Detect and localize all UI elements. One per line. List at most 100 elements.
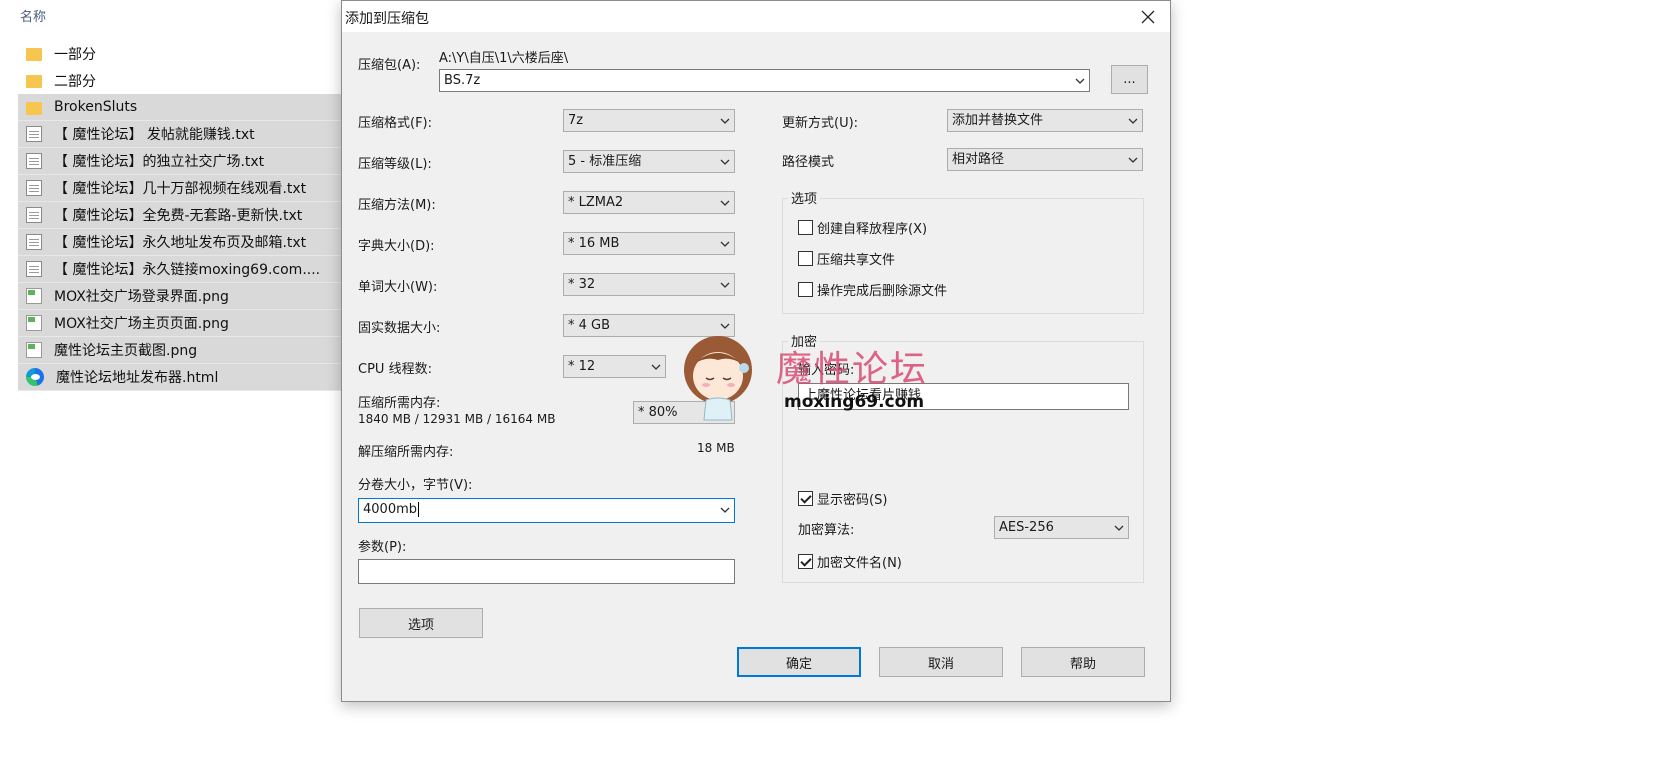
- checkbox-box: [798, 554, 813, 569]
- word-size-value: * 32: [568, 277, 596, 292]
- file-row[interactable]: 【 魔性论坛】几十万部视频在线观看.txt: [18, 175, 345, 202]
- ok-button[interactable]: 确定: [737, 647, 861, 677]
- options-group-title: 选项: [788, 188, 821, 207]
- path-mode-value: 相对路径: [952, 152, 1005, 167]
- update-mode-select[interactable]: 添加并替换文件: [947, 109, 1143, 132]
- cancel-button[interactable]: 取消: [879, 647, 1003, 677]
- word-size-label: 单词大小(W):: [358, 280, 438, 295]
- chevron-down-icon: [720, 507, 730, 513]
- file-row[interactable]: 【 魔性论坛】 发帖就能赚钱.txt: [18, 121, 345, 148]
- checkbox-box: [798, 491, 813, 506]
- file-row[interactable]: 二部分: [18, 67, 345, 94]
- memory-decompress-value: 18 MB: [697, 441, 735, 455]
- create-sfx-label: 创建自释放程序(X): [817, 222, 928, 237]
- volume-size-value: 4000mb: [363, 502, 417, 517]
- name-column-header[interactable]: 名称: [20, 6, 46, 25]
- show-password-checkbox[interactable]: 显示密码(S): [798, 489, 887, 508]
- archive-path: A:\Y\自压\1\六楼后座\: [439, 51, 569, 66]
- parameters-input[interactable]: [358, 559, 735, 584]
- file-row[interactable]: 魔性论坛主页截图.png: [18, 337, 345, 364]
- format-value: 7z: [568, 113, 584, 128]
- compress-shared-checkbox[interactable]: 压缩共享文件: [798, 249, 895, 268]
- level-select[interactable]: 5 - 标准压缩: [563, 150, 735, 173]
- file-row[interactable]: 【 魔性论坛】永久地址发布页及邮箱.txt: [18, 229, 345, 256]
- file-row[interactable]: BrokenSluts: [18, 94, 345, 121]
- file-list: 一部分 二部分 BrokenSluts 【 魔性论坛】 发帖就能赚钱.txt 【…: [18, 40, 345, 391]
- watermark-url: moxing69.com: [784, 392, 925, 412]
- memory-percent-value: * 80%: [638, 405, 678, 420]
- chevron-down-icon: [720, 118, 730, 124]
- file-name: MOX社交广场登录界面.png: [54, 289, 229, 305]
- dictionary-select[interactable]: * 16 MB: [563, 232, 735, 255]
- folder-icon: [26, 101, 42, 115]
- show-password-label: 显示密码(S): [817, 493, 888, 508]
- file-name: 【 魔性论坛】全免费-无套路-更新快.txt: [54, 208, 303, 224]
- compress-shared-label: 压缩共享文件: [817, 253, 896, 268]
- file-row[interactable]: MOX社交广场登录界面.png: [18, 283, 345, 310]
- browse-button[interactable]: ...: [1111, 65, 1148, 94]
- volume-size-combobox[interactable]: 4000mb: [358, 498, 735, 523]
- memory-decompress-label: 解压缩所需内存:: [358, 445, 454, 460]
- folder-icon: [26, 48, 42, 61]
- title-bar[interactable]: 添加到压缩包: [342, 1, 1170, 32]
- file-row[interactable]: 【 魔性论坛】全免费-无套路-更新快.txt: [18, 202, 345, 229]
- format-select[interactable]: 7z: [563, 109, 735, 132]
- method-value: * LZMA2: [568, 195, 624, 210]
- chevron-down-icon: [720, 241, 730, 247]
- cpu-threads-value: * 12: [568, 359, 596, 374]
- archive-name-combobox[interactable]: BS.7z: [439, 69, 1090, 92]
- word-size-select[interactable]: * 32: [563, 273, 735, 296]
- help-button[interactable]: 帮助: [1021, 647, 1145, 677]
- archive-name-value: BS.7z: [444, 73, 481, 88]
- text-cursor: [418, 502, 419, 517]
- watermark-text: 魔性论坛: [776, 349, 929, 390]
- file-explorer: 名称 一部分 二部分 BrokenSluts 【 魔性论坛】 发帖就能赚钱.tx…: [0, 0, 345, 772]
- file-name: 【 魔性论坛】 发帖就能赚钱.txt: [54, 127, 255, 143]
- encryption-method-select[interactable]: AES-256: [994, 516, 1129, 539]
- parameters-label: 参数(P):: [358, 540, 407, 555]
- encrypt-filenames-label: 加密文件名(N): [817, 556, 902, 571]
- format-label: 压缩格式(F):: [358, 116, 433, 131]
- file-name: BrokenSluts: [54, 99, 138, 115]
- close-button[interactable]: [1126, 1, 1170, 32]
- text-file-icon: [26, 153, 42, 169]
- file-name: 【 魔性论坛】永久链接moxing69.com....: [54, 262, 321, 278]
- folder-icon: [26, 75, 42, 88]
- method-select[interactable]: * LZMA2: [563, 191, 735, 214]
- delete-after-checkbox[interactable]: 操作完成后删除源文件: [798, 280, 947, 299]
- encryption-method-value: AES-256: [999, 520, 1054, 535]
- file-name: MOX社交广场主页页面.png: [54, 316, 229, 332]
- solid-size-label: 固实数据大小:: [358, 321, 441, 336]
- file-name: 魔性论坛主页截图.png: [54, 343, 198, 359]
- chevron-down-icon: [1128, 118, 1138, 124]
- cpu-threads-label: CPU 线程数:: [358, 362, 432, 377]
- checkbox-box: [798, 251, 813, 266]
- solid-size-value: * 4 GB: [568, 318, 611, 333]
- file-name: 二部分: [54, 73, 96, 90]
- file-row[interactable]: 一部分: [18, 40, 345, 67]
- file-row[interactable]: 【 魔性论坛】的独立社交广场.txt: [18, 148, 345, 175]
- dictionary-label: 字典大小(D):: [358, 239, 435, 254]
- create-sfx-checkbox[interactable]: 创建自释放程序(X): [798, 218, 927, 237]
- encryption-method-label: 加密算法:: [798, 523, 855, 538]
- image-file-icon: [26, 315, 42, 331]
- file-row[interactable]: 魔性论坛地址发布器.html: [18, 364, 345, 391]
- level-value: 5 - 标准压缩: [568, 154, 642, 169]
- checkbox-box: [798, 220, 813, 235]
- chevron-down-icon: [651, 364, 661, 370]
- text-file-icon: [26, 207, 42, 223]
- close-icon: [1141, 10, 1155, 23]
- file-row[interactable]: MOX社交广场主页页面.png: [18, 310, 345, 337]
- encrypt-filenames-checkbox[interactable]: 加密文件名(N): [798, 552, 902, 571]
- mascot-girl-icon: [684, 336, 752, 421]
- delete-after-label: 操作完成后删除源文件: [817, 284, 948, 299]
- chevron-down-icon: [720, 159, 730, 165]
- file-row[interactable]: 【 魔性论坛】永久链接moxing69.com....: [18, 256, 345, 283]
- cpu-threads-select[interactable]: * 12: [563, 355, 666, 378]
- file-name: 【 魔性论坛】几十万部视频在线观看.txt: [54, 181, 307, 197]
- chevron-down-icon: [1114, 525, 1124, 531]
- options-button[interactable]: 选项: [359, 608, 483, 638]
- text-file-icon: [26, 126, 42, 142]
- update-mode-label: 更新方式(U):: [782, 116, 859, 131]
- path-mode-select[interactable]: 相对路径: [947, 148, 1143, 171]
